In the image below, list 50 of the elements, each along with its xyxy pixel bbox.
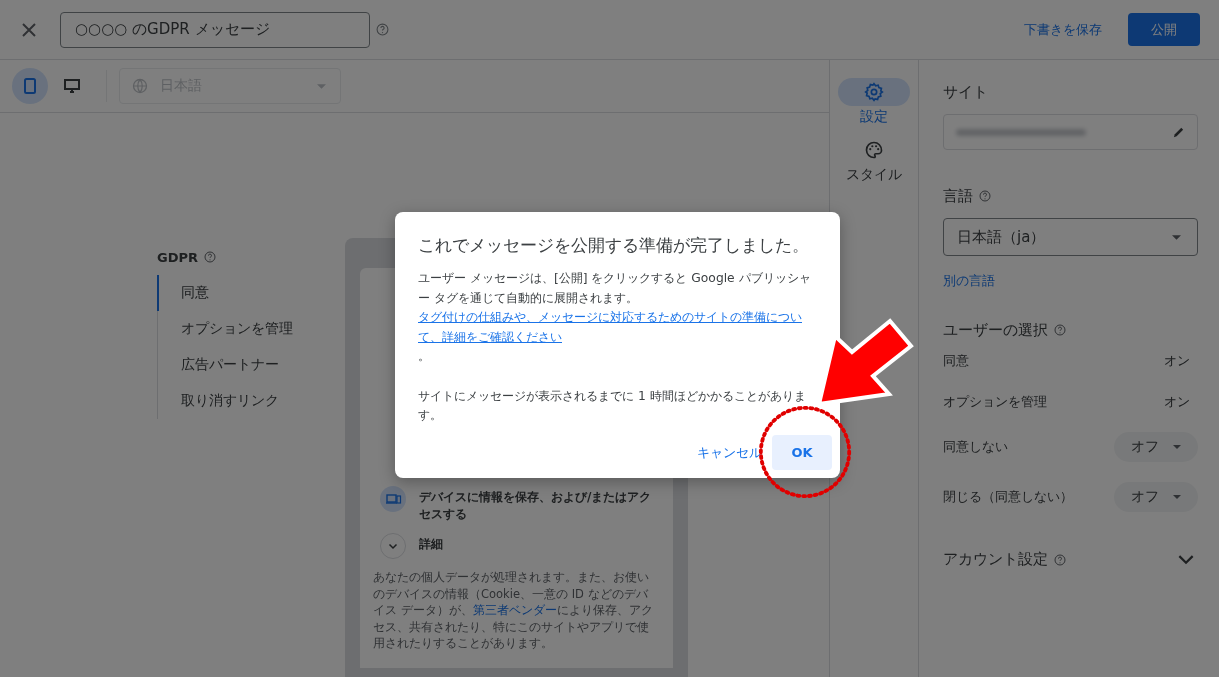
choice-label: 閉じる（同意しない） [943, 488, 1073, 506]
vendors-link[interactable]: 第三者ベンダー [472, 603, 557, 617]
details-label: 詳細 [419, 536, 443, 553]
help-icon[interactable] [1054, 324, 1066, 336]
pencil-icon[interactable] [1172, 125, 1185, 139]
dropdown-arrow-icon [1172, 234, 1181, 240]
publish-button[interactable]: 公開 [1128, 13, 1200, 46]
choice-label: 同意しない [943, 438, 1008, 456]
nav-item[interactable]: 取り消すリンク [157, 383, 345, 419]
consent-paragraph: あなたの個人データが処理されます。また、お使いのデバイスの情報（Cookie、一意の ID などのデバイス データ）が、第三者ベンダーにより保存、アクセス、共有されたり、特にこのサイトやアプリで使用されたりすることがあります。 [373, 569, 654, 652]
choice-dropdown[interactable]: オフ [1114, 482, 1198, 512]
choice-label: 同意 [943, 351, 969, 370]
choice-value: オン [1164, 351, 1191, 370]
dialog-title: これでメッセージを公開する準備が完了しました。 [418, 234, 810, 257]
side-tab[interactable]: スタイル [838, 136, 910, 184]
account-settings-heading: アカウント設定 [943, 550, 1048, 569]
choice-value: オン [1164, 392, 1191, 411]
dropdown-arrow-icon [1173, 495, 1181, 499]
title-field[interactable]: ○○○○ のGDPR メッセージ [60, 11, 370, 48]
ok-button[interactable]: OK [772, 435, 832, 470]
nav-item[interactable]: 広告パートナー [157, 347, 345, 383]
settings-icon [864, 82, 884, 102]
dropdown-arrow-icon [1173, 445, 1181, 449]
language-select[interactable]: 日本語（ja） [943, 218, 1198, 256]
site-field[interactable] [943, 114, 1198, 150]
dropdown-arrow-icon [317, 83, 326, 89]
choice-label: オプションを管理 [943, 392, 1047, 411]
globe-icon [132, 78, 148, 94]
purpose-title: デバイスに情報を保存、および/またはアクセスする [419, 489, 653, 523]
section-heading: GDPR [157, 249, 198, 265]
dialog-text: ユーザー メッセージは、[公開] をクリックすると Google パブリッシャー タグを通じて自動的に展開されます。 タグ付けの仕組みや、メッセージに対応するためのサイトの準備について、詳細をご確認ください 。 [418, 269, 818, 367]
chevron-icon[interactable] [1178, 554, 1194, 565]
palette-icon [864, 140, 884, 160]
device-icon [380, 486, 406, 512]
dialog-note: サイトにメッセージが表示されるまでに 1 時間ほどかかることがあります。 [418, 387, 807, 424]
site-label: サイト [943, 82, 989, 102]
help-icon[interactable] [204, 251, 216, 263]
expand-icon[interactable] [380, 533, 406, 559]
save-draft-link[interactable]: 下書きを保存 [1018, 14, 1108, 45]
close-icon[interactable] [22, 22, 36, 37]
help-icon[interactable] [1054, 553, 1066, 566]
choice-dropdown[interactable]: オフ [1114, 432, 1198, 462]
phone-icon[interactable] [12, 68, 48, 104]
help-icon[interactable] [979, 190, 991, 202]
other-language-link[interactable]: 別の言語 [943, 272, 995, 290]
help-icon[interactable] [376, 23, 389, 36]
help-link[interactable]: タグ付けの仕組みや、メッセージに対応するためのサイトの準備について、詳細をご確認ください [418, 308, 818, 347]
choices-heading: ユーザーの選択 [943, 320, 1048, 340]
nav-item[interactable]: オプションを管理 [157, 311, 345, 347]
language-label: 言語 [943, 186, 973, 206]
